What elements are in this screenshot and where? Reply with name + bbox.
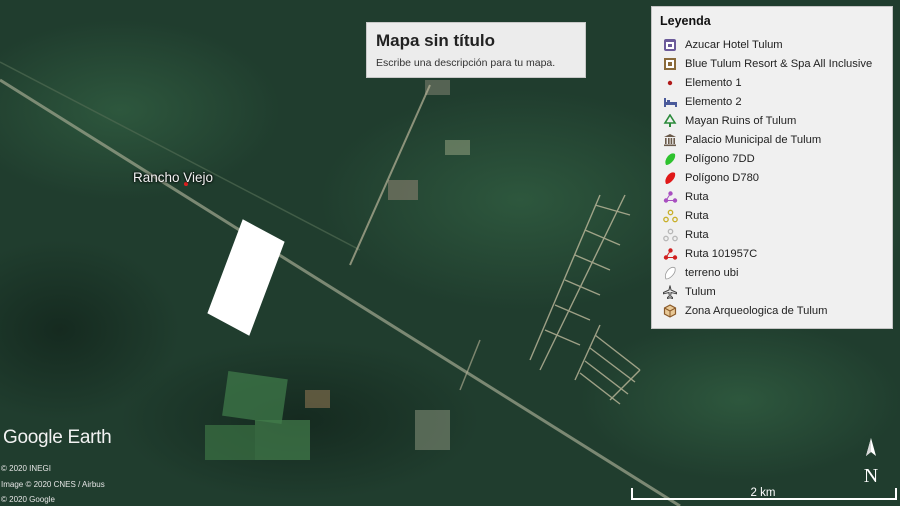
scale-bar-label: 2 km bbox=[750, 487, 776, 499]
route-icon bbox=[662, 189, 678, 205]
government-icon bbox=[662, 132, 678, 148]
legend-item-label: Blue Tulum Resort & Spa All Inclusive bbox=[685, 57, 873, 70]
polygon-icon bbox=[662, 170, 678, 186]
credit-line: © 2020 INEGI bbox=[1, 464, 51, 473]
map-view[interactable]: Rancho Viejo Mapa sin título Escribe una… bbox=[0, 0, 900, 506]
legend-item: Ruta bbox=[660, 187, 884, 206]
hotel-icon bbox=[662, 37, 678, 53]
legend-item: Tulum bbox=[660, 282, 884, 301]
legend-item: Azucar Hotel Tulum bbox=[660, 35, 884, 54]
legend-item-label: Mayan Ruins of Tulum bbox=[685, 114, 797, 127]
legend-item: Mayan Ruins of Tulum bbox=[660, 111, 884, 130]
north-label: N bbox=[864, 465, 878, 486]
bed-icon bbox=[662, 94, 678, 110]
imagery-credits: © 2020 INEGI Image © 2020 CNES / Airbus … bbox=[1, 461, 105, 506]
legend-item-label: Ruta bbox=[685, 228, 709, 241]
dot-icon bbox=[662, 75, 678, 91]
credit-line: Image © 2020 CNES / Airbus bbox=[1, 479, 105, 489]
legend-item-label: Polígono 7DD bbox=[685, 152, 755, 165]
legend-item-label: Tulum bbox=[685, 285, 716, 298]
route-icon bbox=[662, 227, 678, 243]
legend-item-label: terreno ubi bbox=[685, 266, 739, 279]
map-title: Mapa sin título bbox=[376, 31, 495, 50]
polygon-icon bbox=[662, 151, 678, 167]
legend-item: Polígono D780 bbox=[660, 168, 884, 187]
scale-bar: 2 km bbox=[631, 487, 897, 502]
legend-item-label: Palacio Municipal de Tulum bbox=[685, 133, 822, 146]
place-label-rancho-viejo: Rancho Viejo bbox=[133, 170, 214, 185]
legend-item: terreno ubi bbox=[660, 263, 884, 282]
google-earth-logo: Google Earth bbox=[3, 427, 112, 448]
legend-item-label: Zona Arqueologica de Tulum bbox=[685, 304, 828, 317]
legend-title: Leyenda bbox=[660, 14, 711, 28]
north-arrow-icon[interactable]: N bbox=[860, 436, 882, 487]
legend-item-label: Elemento 1 bbox=[685, 76, 742, 89]
legend-item: Ruta 101957C bbox=[660, 244, 884, 263]
legend-item-label: Ruta 101957C bbox=[685, 247, 758, 260]
legend-item: Ruta bbox=[660, 206, 884, 225]
route-icon bbox=[662, 208, 678, 224]
legend-item-label: Polígono D780 bbox=[685, 171, 760, 184]
legend-item-label: Ruta bbox=[685, 190, 709, 203]
legend-item-label: Azucar Hotel Tulum bbox=[685, 38, 783, 51]
airport-icon bbox=[662, 284, 678, 300]
legend-item-label: Ruta bbox=[685, 209, 709, 222]
legend-item: Zona Arqueologica de Tulum bbox=[660, 301, 884, 320]
legend-item: Polígono 7DD bbox=[660, 149, 884, 168]
map-description: Escribe una descripción para tu mapa. bbox=[376, 57, 556, 69]
ruins-icon bbox=[662, 303, 678, 319]
legend-item: Palacio Municipal de Tulum bbox=[660, 130, 884, 149]
legend-item: Ruta bbox=[660, 225, 884, 244]
resort-icon bbox=[662, 56, 678, 72]
legend-item-label: Elemento 2 bbox=[685, 95, 742, 108]
route-icon bbox=[662, 246, 678, 262]
map-title-box: Mapa sin título Escribe una descripción … bbox=[366, 22, 586, 78]
polygon-icon bbox=[662, 265, 678, 281]
legend-item: Blue Tulum Resort & Spa All Inclusive bbox=[660, 54, 884, 73]
legend-item: Elemento 1 bbox=[660, 73, 884, 92]
tree-icon bbox=[662, 113, 678, 129]
legend-panel: Leyenda Azucar Hotel Tulum Blue Tulum Re… bbox=[651, 6, 893, 329]
legend-item: Elemento 2 bbox=[660, 92, 884, 111]
credit-line: © 2020 Google bbox=[1, 495, 55, 504]
